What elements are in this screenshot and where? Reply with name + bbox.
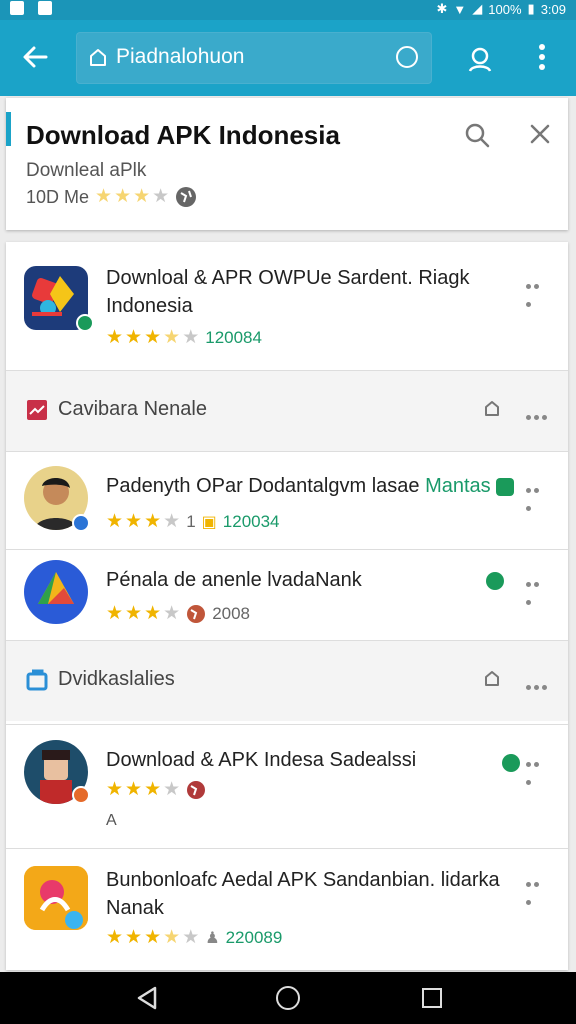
download-count: 2008 [212, 604, 251, 623]
list-item[interactable]: Download & APK Indesa Sadealssi ★ ★ ★ ★ A [6, 740, 568, 840]
download-notification-icon [38, 1, 52, 15]
app-rating: ★ ★ ★ ★ ★ 120084 [106, 327, 262, 348]
app-bar: Piadnalohuon [0, 20, 576, 96]
download-count: 120084 [205, 328, 262, 347]
home-icon [90, 49, 106, 66]
search-icon[interactable] [464, 122, 490, 148]
size-icon: ♟ [205, 930, 220, 947]
app-extra: A [106, 812, 117, 829]
app-name: Padenyth OPar Dodantalgvm lasae Mantas [106, 472, 526, 500]
search-query[interactable]: Piadnalohuon [116, 45, 244, 69]
app-name: Download & APK Indesa Sadealssi [106, 749, 417, 771]
divider [6, 848, 568, 849]
more-options-icon[interactable] [526, 480, 548, 511]
verified-badge-icon [76, 314, 94, 332]
notification-icons [10, 1, 52, 15]
status-bar: ✱ ▼ ◢ 100% ▮ 3:09 [0, 0, 576, 20]
account-icon[interactable] [467, 46, 493, 72]
more-options-icon[interactable] [526, 574, 548, 605]
divider [6, 451, 568, 452]
folder-icon [26, 669, 48, 691]
mic-icon[interactable] [396, 46, 418, 68]
nav-back-icon[interactable] [136, 986, 158, 1010]
signal-icon: ◢ [472, 1, 483, 16]
more-options-icon[interactable] [526, 874, 548, 905]
wifi-icon: ▼ [453, 1, 467, 17]
app-name: Pénala de anenle lvadaNank [106, 569, 362, 591]
list-item[interactable]: Padenyth OPar Dodantalgvm lasae Mantas ★… [6, 466, 568, 550]
more-options-icon[interactable] [526, 407, 550, 425]
clock: 3:09 [540, 1, 566, 17]
rating-extra: 1 [186, 512, 196, 531]
battery-icon: ▮ [527, 1, 535, 16]
app-name: Downloal & APR OWPUe Sardent. Riagk Indo… [106, 267, 470, 317]
globe-icon [187, 605, 206, 623]
list-item[interactable]: Bunbonloafc Aedal APK Sandanbian. lidark… [6, 862, 568, 962]
app-rating: ★ ★ ★ ★ [106, 780, 206, 800]
top-result-title: Download APK Indonesia [26, 120, 340, 150]
installed-badge-icon [496, 478, 514, 496]
globe-icon [187, 781, 206, 799]
section-header[interactable]: Cavibara Nenale [6, 371, 568, 451]
navigation-bar [0, 972, 576, 1024]
divider [6, 549, 568, 550]
battery-percent: 100% [488, 1, 522, 17]
bell-icon[interactable] [482, 399, 502, 419]
status-indicators: ✱ ▼ ◢ 100% ▮ 3:09 [437, 1, 567, 17]
verified-badge-icon [72, 514, 90, 532]
app-rating: ★ ★ ★ ★ 2008 [106, 603, 251, 624]
overflow-menu-icon[interactable] [538, 44, 546, 74]
app-icon [24, 560, 88, 624]
close-icon[interactable] [528, 122, 552, 146]
bluetooth-icon: ✱ [436, 1, 448, 16]
bell-icon[interactable] [482, 669, 502, 689]
installed-badge-icon [502, 754, 520, 772]
results-list: Downloal & APR OWPUe Sardent. Riagk Indo… [6, 242, 568, 970]
installed-badge-icon [486, 572, 504, 590]
nav-home-icon[interactable] [276, 986, 300, 1010]
globe-icon [176, 187, 197, 207]
gallery-notification-icon [10, 1, 24, 15]
badge-icon [72, 786, 90, 804]
more-options-icon[interactable] [526, 677, 550, 695]
download-count: 220089 [225, 928, 283, 947]
divider [6, 724, 568, 725]
top-result-size: 10D Me [26, 186, 90, 207]
download-count: 120034 [222, 512, 280, 531]
section-header[interactable]: Dvidkaslalies [6, 641, 568, 721]
search-box[interactable]: Piadnalohuon [76, 32, 432, 84]
card-accent [6, 112, 11, 146]
back-arrow-icon[interactable] [20, 42, 50, 72]
top-result-meta: 10D Me ★ ★ ★ ★ [26, 186, 197, 208]
section-title: Dvidkaslalies [58, 668, 175, 690]
app-rating: ★ ★ ★ ★ ★ ♟ 220089 [106, 927, 283, 948]
app-icon [24, 866, 88, 930]
list-item[interactable]: Pénala de anenle lvadaNank ★ ★ ★ ★ 2008 [6, 560, 568, 644]
size-icon: ▣ [201, 514, 217, 531]
list-item[interactable]: Downloal & APR OWPUe Sardent. Riagk Indo… [6, 264, 568, 368]
top-result-subtitle: Downleal aPlk [26, 160, 147, 181]
app-rating: ★ ★ ★ ★ 1 ▣ 120034 [106, 511, 280, 532]
app-name-text: Padenyth OPar Dodantalgvm lasae [106, 475, 420, 497]
nav-recents-icon[interactable] [422, 988, 442, 1008]
section-title: Cavibara Nenale [58, 398, 207, 420]
more-options-icon[interactable] [526, 276, 548, 307]
app-tag: Mantas [425, 475, 491, 497]
app-name: Bunbonloafc Aedal APK Sandanbian. lidark… [106, 869, 500, 919]
top-result-card[interactable]: Download APK Indonesia Downleal aPlk 10D… [6, 98, 568, 230]
more-options-icon[interactable] [526, 754, 548, 785]
top-result-stars: ★ ★ ★ ★ [95, 186, 170, 207]
trending-icon [27, 400, 47, 420]
